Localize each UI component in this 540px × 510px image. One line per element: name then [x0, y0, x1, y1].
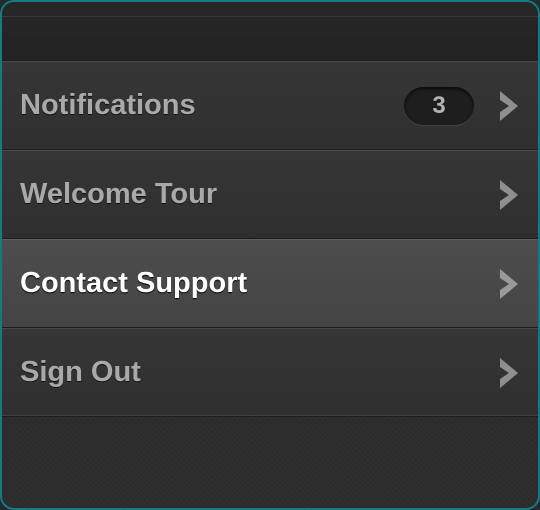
menu-item-sign-out[interactable]: Sign Out: [2, 328, 538, 417]
panel-footer: [2, 415, 538, 508]
chevron-right-icon: [500, 269, 518, 299]
menu-panel: Notifications 3 Welcome Tour Contact Sup…: [0, 0, 540, 510]
chevron-right-icon: [500, 180, 518, 210]
menu-item-notifications[interactable]: Notifications 3: [2, 61, 538, 150]
notification-count-badge: 3: [404, 87, 474, 125]
menu-item-welcome-tour[interactable]: Welcome Tour: [2, 150, 538, 239]
menu-item-label: Welcome Tour: [20, 178, 218, 210]
chevron-right-icon: [500, 91, 518, 121]
chevron-right-icon: [500, 358, 518, 388]
menu-item-label: Sign Out: [20, 356, 141, 388]
panel-header: [2, 2, 538, 61]
menu-list: Notifications 3 Welcome Tour Contact Sup…: [2, 61, 538, 417]
header-divider: [2, 16, 538, 17]
menu-item-label: Contact Support: [20, 267, 248, 299]
menu-item-contact-support[interactable]: Contact Support: [2, 239, 538, 328]
menu-item-label: Notifications: [20, 89, 196, 121]
